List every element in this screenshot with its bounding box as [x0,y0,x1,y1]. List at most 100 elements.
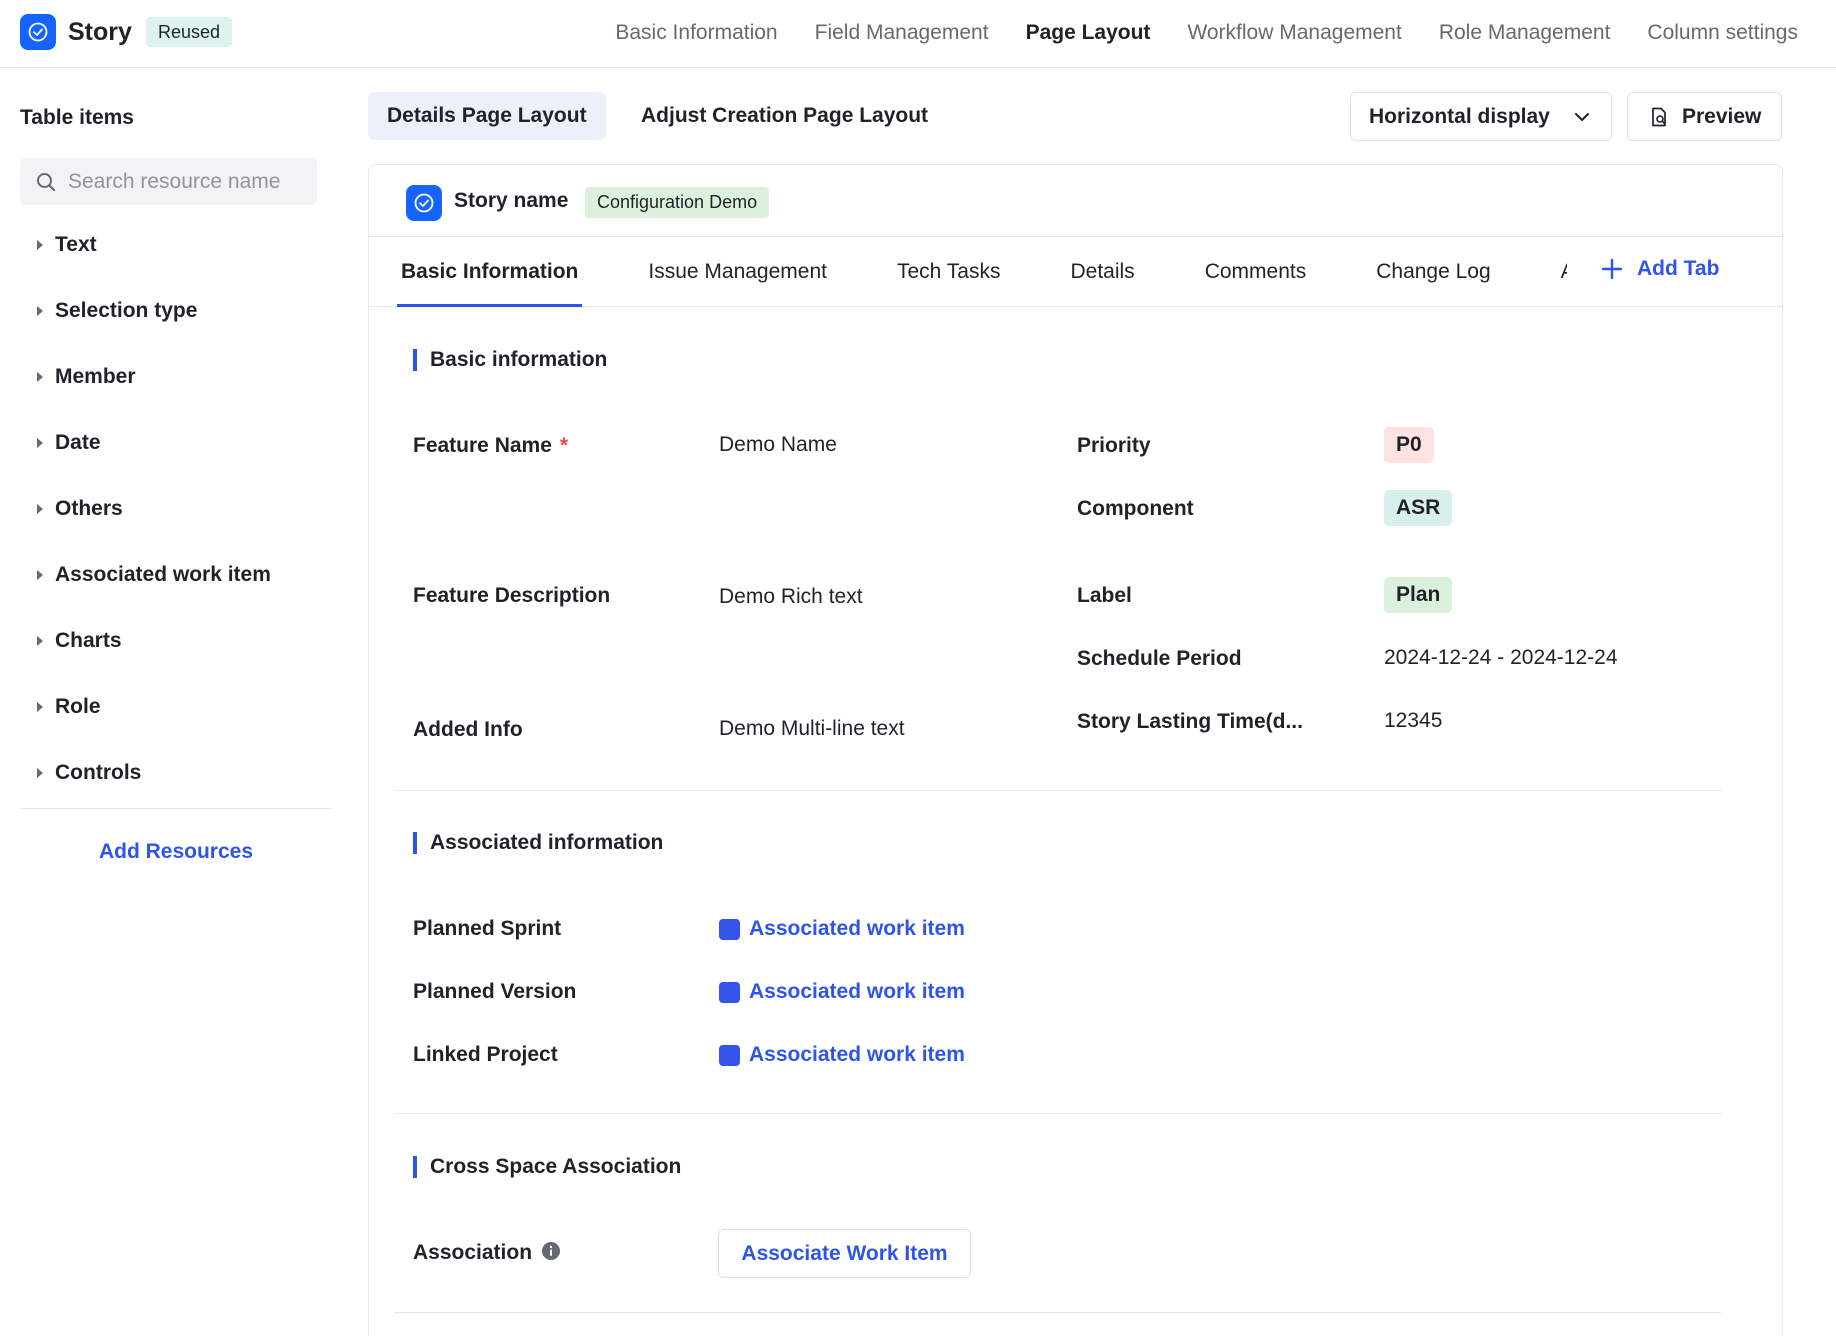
nav-page-layout[interactable]: Page Layout [1026,21,1151,45]
tree-item-others[interactable]: Others [20,476,332,542]
tab-change-log[interactable]: Change Log [1372,237,1494,307]
section-divider [394,790,1721,791]
preview-label: Preview [1682,104,1762,128]
section-basic-information: Basic information [413,348,607,372]
component-label: Component [1077,497,1194,520]
tab-issue-management[interactable]: Issue Management [644,237,831,307]
search-icon [34,170,58,194]
reused-badge: Reused [146,17,233,47]
added-info-value[interactable]: Demo Multi-line text [719,717,905,741]
tree-item-label: Associated work item [55,563,271,586]
card-header: Story name Configuration Demo [369,165,1782,237]
story-name: Story name [454,189,569,212]
linked-project-link[interactable]: Associated work item [719,1043,965,1067]
required-mark: * [559,434,569,457]
caret-right-icon [30,235,50,255]
tab-clipped[interactable]: A [1557,237,1567,307]
tree-item-label: Charts [55,629,122,652]
plus-icon [1601,258,1623,280]
caret-right-icon [30,697,50,717]
story-check-icon [406,185,442,221]
planned-sprint-link[interactable]: Associated work item [719,917,965,941]
schedule-period-label: Schedule Period [1077,647,1242,670]
app-title: Story [68,18,132,46]
label-field-label: Label [1077,584,1132,607]
info-icon[interactable] [541,1241,561,1261]
tree-item-label: Controls [55,761,142,784]
tree-item-member[interactable]: Member [20,344,332,410]
work-item-icon [719,1044,740,1066]
section-cross-space-association: Cross Space Association [413,1155,681,1179]
display-mode-value: Horizontal display [1369,104,1550,128]
add-tab-button[interactable]: Add Tab [1601,257,1719,281]
tree-item-label: Others [55,497,123,520]
tree-item-controls[interactable]: Controls [20,740,332,806]
sidebar-title: Table items [20,106,134,129]
top-bar: Story Reused Basic Information Field Man… [0,0,1836,68]
nav-basic-information[interactable]: Basic Information [615,21,777,45]
search-box[interactable] [20,158,317,205]
tree-item-label: Text [55,233,97,256]
association-label: Association [413,1241,561,1265]
tree-item-label: Member [55,365,136,388]
linked-project-label: Linked Project [413,1043,558,1066]
nav-workflow-management[interactable]: Workflow Management [1187,21,1401,45]
caret-right-icon [30,301,50,321]
story-lasting-time-label: Story Lasting Time(d... [1077,710,1303,733]
caret-right-icon [30,499,50,519]
tab-details[interactable]: Details [1066,237,1138,307]
tree-item-selection-type[interactable]: Selection type [20,278,332,344]
section-divider [394,1113,1721,1114]
caret-right-icon [30,763,50,783]
layout-preview-card: Story name Configuration Demo Basic Info… [368,164,1783,1336]
section-divider [394,1312,1721,1313]
planned-sprint-label: Planned Sprint [413,917,562,940]
sidebar-divider [20,808,332,809]
tab-comments[interactable]: Comments [1201,237,1311,307]
planned-version-link[interactable]: Associated work item [719,980,965,1004]
added-info-label: Added Info [413,718,523,741]
label-field-value[interactable]: Plan [1384,577,1453,613]
tree-item-associated-work-item[interactable]: Associated work item [20,542,332,608]
search-input[interactable] [68,169,308,194]
nav-field-management[interactable]: Field Management [815,21,989,45]
feature-name-value[interactable]: Demo Name [719,433,837,457]
nav-role-management[interactable]: Role Management [1439,21,1611,45]
sidebar: Table items Text Selection type Member D… [0,68,352,1336]
display-mode-select[interactable]: Horizontal display [1350,92,1612,141]
feature-name-label: Feature Name * [413,434,569,457]
priority-value[interactable]: P0 [1384,427,1434,463]
add-resources-button[interactable]: Add Resources [20,840,332,864]
add-tab-label: Add Tab [1637,257,1720,280]
priority-label: Priority [1077,434,1151,457]
planned-version-label: Planned Version [413,980,577,1003]
preview-icon [1648,106,1670,128]
work-item-icon [719,918,740,940]
tab-details-page-layout[interactable]: Details Page Layout [368,92,606,140]
caret-right-icon [30,565,50,585]
tree-item-charts[interactable]: Charts [20,608,332,674]
config-badge: Configuration Demo [585,187,770,218]
tab-adjust-creation-page-layout[interactable]: Adjust Creation Page Layout [622,92,947,140]
component-value[interactable]: ASR [1384,490,1453,526]
section-associated-information: Associated information [413,831,663,855]
preview-button[interactable]: Preview [1627,92,1782,141]
nav-column-settings[interactable]: Column settings [1647,21,1798,45]
top-nav: Basic Information Field Management Page … [615,0,1798,66]
feature-description-value[interactable]: Demo Rich text [719,585,863,609]
tree-item-text[interactable]: Text [20,212,332,278]
tab-basic-information[interactable]: Basic Information [397,237,583,307]
tab-tech-tasks[interactable]: Tech Tasks [893,237,1005,307]
resource-tree: Text Selection type Member Date Others A… [20,212,332,806]
caret-right-icon [30,631,50,651]
story-lasting-time-value[interactable]: 12345 [1384,709,1442,733]
tree-item-role[interactable]: Role [20,674,332,740]
tree-item-label: Date [55,431,101,454]
schedule-period-value[interactable]: 2024-12-24 - 2024-12-24 [1384,646,1618,670]
chevron-down-icon [1571,106,1593,128]
associate-work-item-button[interactable]: Associate Work Item [718,1229,971,1278]
app-logo-icon [20,14,56,50]
caret-right-icon [30,367,50,387]
tree-item-label: Selection type [55,299,198,322]
tree-item-date[interactable]: Date [20,410,332,476]
